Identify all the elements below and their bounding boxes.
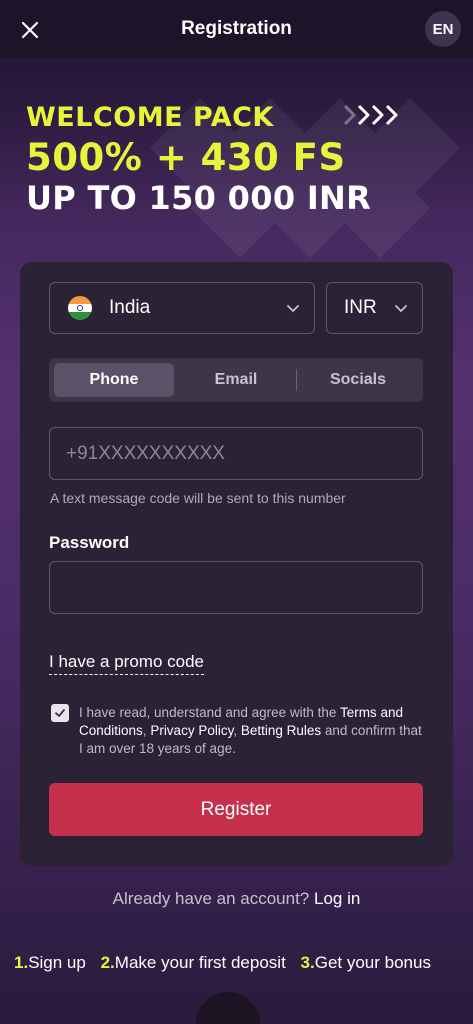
welcome-banner: WELCOME PACK 500% + 430 FS UP TO 150 000… [0, 58, 473, 258]
chevron-down-icon [395, 305, 407, 313]
banner-headline: WELCOME PACK [26, 102, 274, 133]
country-value: India [109, 297, 151, 318]
promo-code-link[interactable]: I have a promo code [49, 652, 204, 675]
password-input[interactable] [49, 561, 423, 614]
page-title: Registration [181, 18, 292, 39]
step-number: 1. [14, 953, 29, 972]
registration-form: India INR Phone Email Socials A text mes… [20, 262, 453, 866]
tab-socials[interactable]: Socials [298, 363, 418, 397]
step-item: 1.Sign up [14, 953, 86, 972]
tab-email[interactable]: Email [176, 363, 296, 397]
login-prompt-text: Already have an account? [112, 889, 314, 908]
close-icon [21, 21, 39, 39]
betting-rules-link[interactable]: Betting Rules [241, 723, 321, 738]
country-select[interactable]: India [49, 282, 315, 334]
phone-hint: A text message code will be sent to this… [50, 490, 346, 506]
agreement-text: I have read, understand and agree with t… [79, 704, 429, 758]
top-bar: Registration EN [0, 0, 473, 58]
login-link[interactable]: Log in [314, 889, 360, 908]
step-number: 2. [100, 953, 115, 972]
arrows-icon [343, 104, 398, 126]
step-number: 3. [300, 953, 315, 972]
india-flag-icon [68, 296, 92, 320]
agreement-prefix: I have read, understand and agree with t… [79, 705, 340, 720]
step-item: 3.Get your bonus [301, 953, 431, 972]
agreement-separator: , [233, 723, 241, 738]
promo-person-image [196, 992, 260, 1024]
login-prompt: Already have an account? Log in [0, 889, 473, 909]
banner-bonus: 500% + 430 FS [26, 136, 346, 179]
step-item: 2.Make your first deposit [101, 953, 286, 972]
checkmark-icon [55, 709, 65, 717]
register-button[interactable]: Register [49, 783, 423, 836]
privacy-link[interactable]: Privacy Policy [150, 723, 233, 738]
chevron-down-icon [287, 305, 299, 313]
language-button[interactable]: EN [425, 11, 461, 47]
step-label: Get your bonus [314, 953, 431, 972]
password-label: Password [49, 533, 130, 552]
step-label: Sign up [28, 953, 86, 972]
step-label: Make your first deposit [114, 953, 286, 972]
tab-divider [296, 369, 297, 391]
currency-value: INR [344, 297, 377, 318]
currency-select[interactable]: INR [326, 282, 423, 334]
registration-method-tabs: Phone Email Socials [49, 358, 423, 402]
agree-checkbox[interactable] [51, 704, 69, 722]
tab-phone[interactable]: Phone [54, 363, 174, 397]
bonus-steps: 1.Sign up 2.Make your first deposit 3.Ge… [14, 953, 441, 973]
close-button[interactable] [14, 14, 46, 46]
phone-input[interactable] [49, 427, 423, 480]
banner-max-amount: UP TO 150 000 INR [26, 179, 372, 217]
